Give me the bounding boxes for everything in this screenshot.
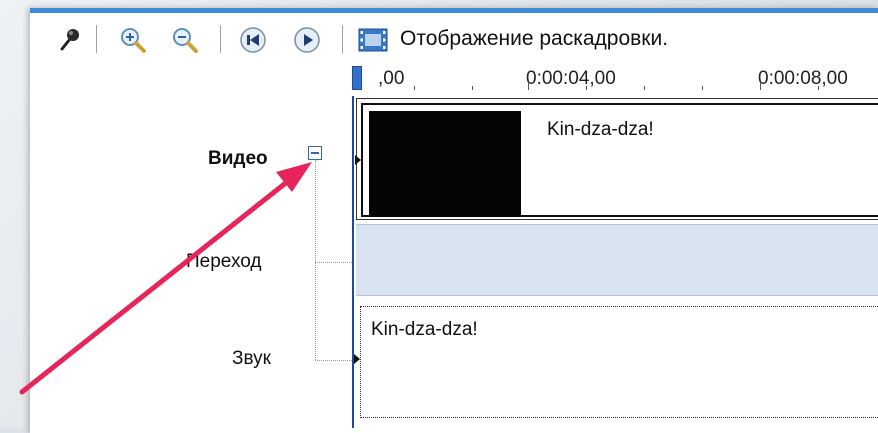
minus-icon (311, 152, 319, 154)
video-track: Kin-dza-dza! (355, 98, 878, 220)
narrate-button[interactable] (54, 25, 84, 55)
storyboard-toggle-button[interactable] (356, 25, 390, 55)
track-label-transition: Переход (186, 251, 262, 272)
play-icon (294, 27, 320, 53)
zoom-out-button[interactable] (170, 25, 200, 55)
toolbar-separator (220, 25, 221, 53)
timeline-ruler[interactable]: ,00 0:00:04,00 0:00:08,00 (352, 62, 878, 96)
playhead-handle[interactable] (352, 66, 362, 90)
storyboard-toggle-label[interactable]: Отображение раскадровки. (400, 27, 668, 51)
ruler-label-start-suffix: ,00 (378, 68, 405, 89)
ruler-tick (414, 86, 415, 90)
audio-clip-title: Kin-dza-dza! (371, 319, 478, 340)
track-label-video: Видео (208, 148, 268, 169)
toolbar-separator (342, 25, 343, 53)
toolbar-separator (96, 25, 97, 53)
video-clip-thumbnail (369, 111, 521, 217)
collapse-video-button[interactable] (308, 146, 322, 160)
timeline-tracks: Kin-dza-dza! Kin-dza-dza! (352, 96, 878, 428)
ruler-tick (586, 86, 587, 90)
zoom-out-icon (173, 28, 198, 53)
ruler-tick (644, 86, 645, 90)
tree-connector (315, 360, 352, 361)
play-button[interactable] (292, 25, 322, 55)
video-clip[interactable]: Kin-dza-dza! (361, 103, 878, 217)
video-clip-title: Kin-dza-dza! (547, 119, 654, 140)
track-label-audio: Звук (232, 348, 271, 369)
rewind-icon (240, 27, 266, 53)
ruler-tick (528, 82, 529, 90)
ruler-tick (818, 86, 819, 90)
tree-connector (315, 160, 316, 360)
ruler-label: 0:00:08,00 (758, 68, 848, 89)
filmstrip-icon (358, 28, 388, 52)
audio-track: Kin-dza-dza! (354, 302, 878, 420)
ruler-tick (472, 86, 473, 90)
transition-track[interactable] (356, 224, 878, 296)
rewind-button[interactable] (238, 25, 268, 55)
ruler-tick (760, 82, 761, 90)
tree-connector (315, 262, 352, 263)
ruler-tick (702, 86, 703, 90)
audio-clip[interactable]: Kin-dza-dza! (360, 306, 878, 418)
zoom-in-button[interactable] (118, 25, 148, 55)
ruler-label: 0:00:04,00 (526, 68, 616, 89)
microphone-icon (60, 29, 79, 51)
zoom-in-icon (121, 28, 146, 53)
